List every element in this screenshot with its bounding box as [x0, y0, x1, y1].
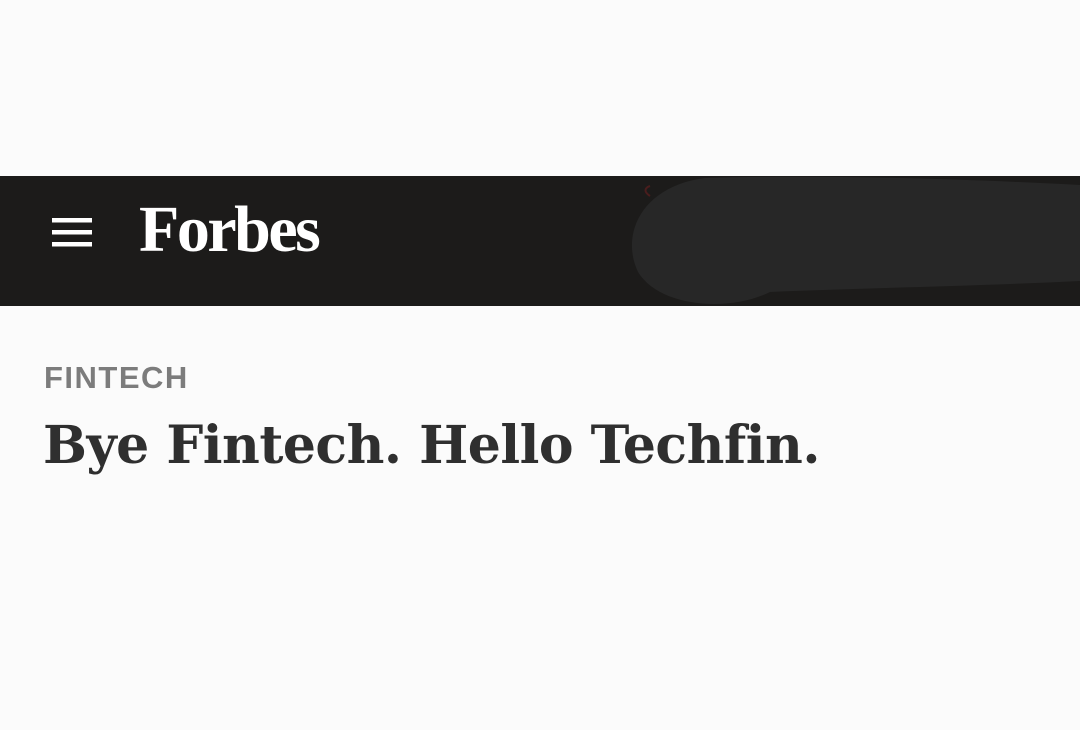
redacted-area: [630, 176, 1080, 306]
article-headline[interactable]: Bye Fintech. Hello Techfin.: [43, 412, 820, 480]
section-label[interactable]: FINTECH: [44, 360, 189, 396]
top-navigation-bar: Forbes: [0, 176, 1080, 306]
hamburger-menu-icon[interactable]: [48, 214, 96, 254]
forbes-logo[interactable]: Forbes: [139, 190, 321, 270]
